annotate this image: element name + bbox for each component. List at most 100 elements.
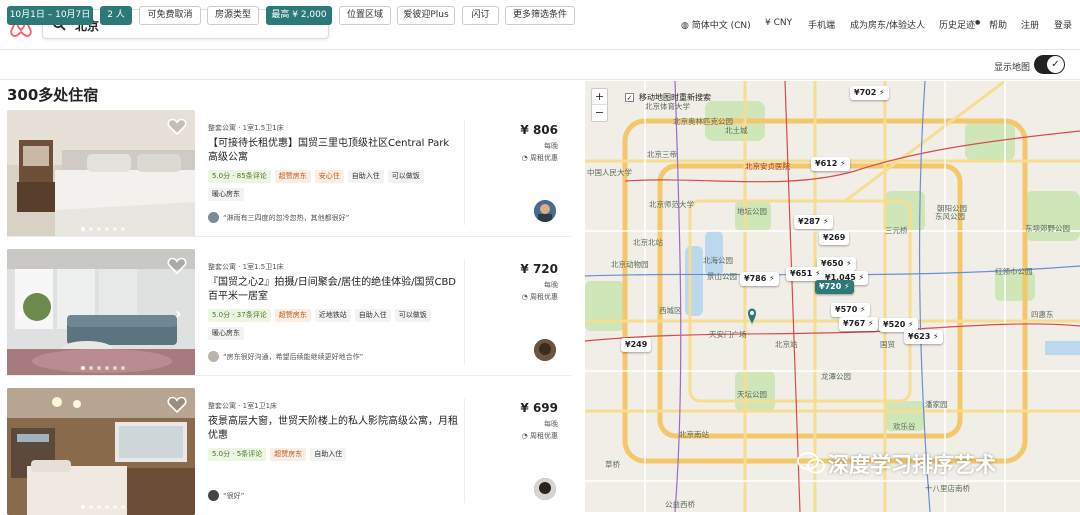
self-checkin-tag: 自助入住 (310, 448, 347, 461)
rating-tag: 5.0分 · 5条评论 (208, 448, 267, 461)
map-place-label: 龙潭公园 (821, 372, 851, 381)
discount-icon: ◔ (521, 432, 528, 440)
card-border (7, 375, 571, 376)
discount-text: 周租优惠 (530, 154, 558, 162)
price-pin[interactable]: ¥287 ⚡ (794, 215, 833, 229)
rating-tag: 5.0分 · 37条评论 (208, 309, 271, 322)
nav-history-label: 历史足迹 (939, 21, 976, 31)
price-pin[interactable]: ¥651 ⚡ (786, 267, 825, 281)
photo-pagination[interactable] (81, 227, 125, 231)
filter-bar (0, 50, 1080, 80)
zoom-controls[interactable]: + − (591, 88, 608, 122)
listing-tags: 5.0分 · 85条评论 超赞房东 安心住 自助入住 可以做饭 (208, 170, 424, 183)
photo-pagination[interactable] (81, 366, 125, 370)
nav-login[interactable]: 登录 (1054, 18, 1072, 31)
map-place-label: 北京奥林匹克公园 (673, 117, 733, 126)
heart-icon[interactable] (167, 118, 187, 136)
listing-card[interactable]: ‹ › 整套公寓 · 1室1.5卫1床 『国贸之心2』拍摄/日间聚会/居住的绝佳… (7, 249, 571, 376)
nav-become-host[interactable]: 成为房东/体验达人 (850, 18, 925, 31)
map-canvas[interactable] (585, 81, 1080, 512)
listing-tags: 5.0分 · 5条评论 超赞房东 自助入住 (208, 448, 347, 461)
price-pin[interactable]: ¥269 (819, 231, 850, 245)
price-pin-selected[interactable]: ¥720 ⚡ (815, 280, 854, 294)
warm-host-tag: 暖心房东 (208, 188, 244, 201)
filter-guests[interactable]: 2 人 (100, 6, 132, 25)
listing-tags-row2: 暖心房东 (208, 327, 244, 340)
host-photo (534, 478, 556, 500)
filter-instant-book[interactable]: 闪订 (462, 6, 499, 25)
map-panel[interactable]: + − ✓ 移动地图时重新搜索 北京奥林匹克公园 北京体育大学 北土城 北京三帝 … (585, 81, 1080, 512)
zoom-out-button[interactable]: − (592, 105, 607, 121)
self-checkin-tag: 自助入住 (354, 309, 391, 322)
price-pin[interactable]: ¥249 (621, 338, 652, 352)
map-place-label: 欢乐谷 (893, 422, 916, 431)
price-pin[interactable]: ¥570 ⚡ (831, 303, 870, 317)
show-map-toggle[interactable]: ✓ (1034, 55, 1065, 74)
map-place-label: 四惠东 (1031, 310, 1054, 319)
filter-free-cancel[interactable]: 可免费取消 (139, 6, 201, 25)
map-place-label: 东坝郊野公园 (1025, 224, 1070, 233)
map-place-label: 北京体育大学 (645, 102, 690, 111)
watermark-text: 深度学习排序艺术 (828, 453, 996, 477)
filter-home-type[interactable]: 房源类型 (207, 6, 259, 25)
price-pin[interactable]: ¥786 ⚡ (740, 272, 779, 286)
map-place-label: 北京站 (775, 340, 798, 349)
listing-meta: 整套公寓 · 1室1.5卫1床 (208, 263, 284, 271)
host-avatar[interactable] (534, 200, 556, 222)
map-place-label: 公益西桥 (665, 500, 695, 509)
nav-currency[interactable]: ¥ CNY (765, 18, 792, 28)
host-photo (534, 200, 556, 222)
nav-mobile[interactable]: 手机端 (808, 18, 835, 31)
host-avatar[interactable] (534, 478, 556, 500)
nav-signup[interactable]: 注册 (1021, 18, 1039, 31)
listing-card[interactable]: 整套公寓 · 1室1.5卫1床 【可接待长租优惠】国贸三里屯顶级社区Centra… (7, 110, 571, 237)
discount-text: 周租优惠 (530, 293, 558, 301)
map-place-label: 景山公园 (707, 272, 737, 281)
filter-plus[interactable]: 爱彼迎Plus (397, 6, 455, 25)
photo-pagination[interactable] (81, 505, 125, 509)
listing-title[interactable]: 【可接待长租优惠】国贸三里屯顶级社区Central Park高级公寓 (208, 137, 458, 165)
listing-title[interactable]: 夜景高层大窗，世贸天阶楼上的私人影院高级公寓，月租优惠 (208, 415, 458, 443)
price-pin[interactable]: ¥767 ⚡ (839, 317, 878, 331)
filter-location[interactable]: 位置区域 (339, 6, 391, 25)
card-divider (464, 398, 465, 503)
nav-help[interactable]: 帮助 (989, 18, 1007, 31)
map-place-label: 红领巾公园 (995, 267, 1033, 276)
discount-icon: ◔ (521, 293, 528, 301)
heart-icon[interactable] (167, 257, 187, 275)
reviewer-avatar (208, 212, 219, 223)
zoom-in-button[interactable]: + (592, 89, 607, 105)
listing-tags: 5.0分 · 37条评论 超赞房东 近地铁站 自助入住 可以做饭 (208, 309, 431, 322)
price-pin[interactable]: ¥702 ⚡ (850, 86, 889, 100)
listing-title[interactable]: 『国贸之心2』拍摄/日间聚会/居住的绝佳体验/国贸CBD百平米一居室 (208, 276, 458, 304)
nav-language[interactable]: ◍ 简体中文 (CN) (681, 18, 751, 31)
map-place-label: 东风公园 (935, 212, 965, 221)
next-photo-icon[interactable]: › (175, 304, 182, 323)
discount-label: ◔ 周租优惠 (522, 153, 558, 163)
price-unit: 每晚 (544, 281, 558, 289)
listing-price: ¥ 720 (520, 262, 558, 276)
nav-history[interactable]: 历史足迹● (939, 18, 980, 31)
price-pin[interactable]: ¥612 ⚡ (811, 157, 850, 171)
prev-photo-icon[interactable]: ‹ (17, 304, 24, 323)
map-place-label: 北京南站 (679, 430, 709, 439)
superhost-tag: 超赞房东 (274, 170, 311, 183)
checkbox-check-icon[interactable]: ✓ (625, 93, 634, 102)
listing-price: ¥ 699 (520, 401, 558, 415)
map-place-label: 北海公园 (703, 256, 733, 265)
listing-card[interactable]: 整套公寓 · 1室1卫1床 夜景高层大窗，世贸天阶楼上的私人影院高级公寓，月租优… (7, 388, 571, 515)
check-icon: ✓ (1047, 56, 1064, 73)
near-subway-tag: 近地铁站 (314, 309, 351, 322)
reviewer-avatar (208, 351, 219, 362)
filter-price[interactable]: 最高 ¥ 2,000 (266, 6, 332, 25)
price-pin[interactable]: ¥623 ⚡ (904, 330, 943, 344)
filter-dates[interactable]: 10月1日 – 10月7日 (7, 6, 93, 25)
map-place-label: 北京师范大学 (649, 200, 694, 209)
listing-tags-row2: 暖心房东 (208, 188, 244, 201)
host-avatar[interactable] (534, 339, 556, 361)
listing-review: “淋雨有三四度的忽冷忽热，其他都很好” (208, 212, 349, 223)
filter-more[interactable]: 更多筛选条件 (505, 6, 575, 25)
review-text: “房东很好沟通，希望后续能继续更好地合作” (223, 352, 364, 361)
map-place-label: 十八里店南桥 (925, 484, 970, 493)
heart-icon[interactable] (167, 396, 187, 414)
